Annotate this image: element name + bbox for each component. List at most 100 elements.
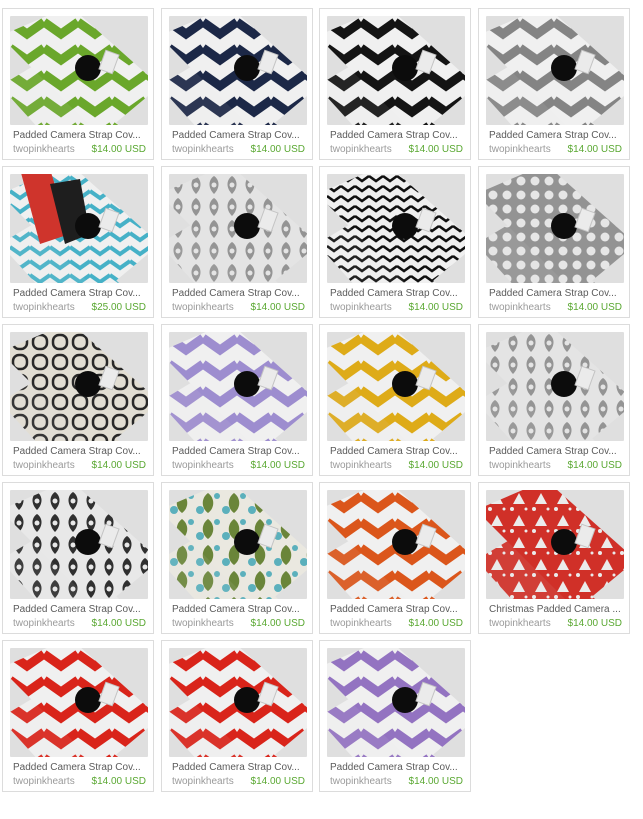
listing-thumbnail[interactable]	[486, 490, 624, 599]
listing-card[interactable]: Padded Camera Strap Cov... twopinkhearts $…	[478, 8, 630, 160]
listing-title[interactable]: Padded Camera Strap Cov...	[13, 604, 147, 616]
listing-thumbnail[interactable]	[486, 174, 624, 283]
listing-thumbnail[interactable]	[10, 174, 148, 283]
shop-name[interactable]: twopinkhearts	[330, 618, 392, 630]
shop-name[interactable]: twopinkhearts	[172, 618, 234, 630]
listing-thumbnail[interactable]	[327, 174, 465, 283]
listing-title[interactable]: Padded Camera Strap Cov...	[330, 762, 464, 774]
listing-price: $14.00 USD	[250, 776, 305, 787]
listing-title[interactable]: Padded Camera Strap Cov...	[330, 288, 464, 300]
listing-card[interactable]: Padded Camera Strap Cov... twopinkhearts $…	[319, 324, 471, 476]
product-photo	[327, 332, 465, 441]
listing-thumbnail[interactable]	[327, 648, 465, 757]
listing-price: $25.00 USD	[91, 302, 146, 313]
listing-card[interactable]: Padded Camera Strap Cov... twopinkhearts $…	[161, 482, 313, 634]
product-photo	[10, 490, 148, 599]
listing-title[interactable]: Padded Camera Strap Cov...	[172, 762, 306, 774]
shop-name[interactable]: twopinkhearts	[330, 144, 392, 156]
shop-name[interactable]: twopinkhearts	[489, 460, 551, 472]
listing-thumbnail[interactable]	[327, 332, 465, 441]
shop-name[interactable]: twopinkhearts	[172, 776, 234, 788]
listing-title[interactable]: Padded Camera Strap Cov...	[489, 130, 623, 142]
listing-card[interactable]: Padded Camera Strap Cov... twopinkhearts $…	[319, 482, 471, 634]
listing-price: $14.00 USD	[91, 460, 146, 471]
product-photo	[169, 174, 307, 283]
listing-card[interactable]: Padded Camera Strap Cov... twopinkhearts $…	[2, 166, 154, 318]
product-photo	[327, 16, 465, 125]
listing-title[interactable]: Padded Camera Strap Cov...	[172, 130, 306, 142]
shop-name[interactable]: twopinkhearts	[13, 144, 75, 156]
listing-thumbnail[interactable]	[169, 490, 307, 599]
listing-price: $14.00 USD	[408, 618, 463, 629]
shop-name[interactable]: twopinkhearts	[172, 144, 234, 156]
listing-thumbnail[interactable]	[169, 174, 307, 283]
listing-thumbnail[interactable]	[10, 332, 148, 441]
listing-title[interactable]: Padded Camera Strap Cov...	[489, 446, 623, 458]
listing-card[interactable]: Padded Camera Strap Cov... twopinkhearts $…	[319, 8, 471, 160]
listing-thumbnail[interactable]	[169, 332, 307, 441]
product-photo	[169, 490, 307, 599]
listing-price: $14.00 USD	[91, 776, 146, 787]
shop-name[interactable]: twopinkhearts	[172, 460, 234, 472]
listing-title[interactable]: Padded Camera Strap Cov...	[13, 446, 147, 458]
listing-card[interactable]: Padded Camera Strap Cov... twopinkhearts $…	[2, 640, 154, 792]
listing-price: $14.00 USD	[408, 302, 463, 313]
product-photo	[327, 174, 465, 283]
listing-price: $14.00 USD	[408, 776, 463, 787]
listing-card[interactable]: Padded Camera Strap Cov... twopinkhearts $…	[478, 166, 630, 318]
product-photo	[169, 648, 307, 757]
product-photo	[10, 648, 148, 757]
shop-name[interactable]: twopinkhearts	[489, 618, 551, 630]
product-photo	[486, 174, 624, 283]
shop-name[interactable]: twopinkhearts	[330, 302, 392, 314]
listing-thumbnail[interactable]	[169, 648, 307, 757]
listing-card[interactable]: Christmas Padded Camera ... twopinkhearts…	[478, 482, 630, 634]
listing-title[interactable]: Padded Camera Strap Cov...	[330, 604, 464, 616]
listing-title[interactable]: Padded Camera Strap Cov...	[330, 130, 464, 142]
listing-thumbnail[interactable]	[486, 332, 624, 441]
listing-title[interactable]: Padded Camera Strap Cov...	[13, 288, 147, 300]
listing-thumbnail[interactable]	[10, 648, 148, 757]
listing-title[interactable]: Padded Camera Strap Cov...	[172, 288, 306, 300]
listing-card[interactable]: Padded Camera Strap Cov... twopinkhearts $…	[2, 482, 154, 634]
listing-price: $14.00 USD	[408, 460, 463, 471]
listing-card[interactable]: Padded Camera Strap Cov... twopinkhearts $…	[319, 640, 471, 792]
shop-name[interactable]: twopinkhearts	[172, 302, 234, 314]
shop-name[interactable]: twopinkhearts	[330, 776, 392, 788]
shop-name[interactable]: twopinkhearts	[13, 618, 75, 630]
listing-title[interactable]: Padded Camera Strap Cov...	[172, 446, 306, 458]
listing-card[interactable]: Padded Camera Strap Cov... twopinkhearts $…	[161, 640, 313, 792]
listing-thumbnail[interactable]	[327, 16, 465, 125]
listing-thumbnail[interactable]	[10, 490, 148, 599]
listing-card[interactable]: Padded Camera Strap Cov... twopinkhearts $…	[2, 8, 154, 160]
shop-name[interactable]: twopinkhearts	[13, 776, 75, 788]
listing-price: $14.00 USD	[408, 144, 463, 155]
listing-card[interactable]: Padded Camera Strap Cov... twopinkhearts $…	[2, 324, 154, 476]
listing-title[interactable]: Padded Camera Strap Cov...	[13, 130, 147, 142]
listing-card[interactable]: Padded Camera Strap Cov... twopinkhearts $…	[161, 8, 313, 160]
shop-name[interactable]: twopinkhearts	[13, 460, 75, 472]
shop-name[interactable]: twopinkhearts	[13, 302, 75, 314]
shop-name[interactable]: twopinkhearts	[489, 144, 551, 156]
product-photo	[327, 490, 465, 599]
listing-card[interactable]: Padded Camera Strap Cov... twopinkhearts $…	[319, 166, 471, 318]
listing-thumbnail[interactable]	[169, 16, 307, 125]
listing-price: $14.00 USD	[250, 460, 305, 471]
listing-title[interactable]: Christmas Padded Camera ...	[489, 604, 623, 616]
listing-card[interactable]: Padded Camera Strap Cov... twopinkhearts $…	[478, 324, 630, 476]
listing-thumbnail[interactable]	[327, 490, 465, 599]
listing-card[interactable]: Padded Camera Strap Cov... twopinkhearts $…	[161, 324, 313, 476]
listing-title[interactable]: Padded Camera Strap Cov...	[13, 762, 147, 774]
listing-title[interactable]: Padded Camera Strap Cov...	[330, 446, 464, 458]
listing-thumbnail[interactable]	[486, 16, 624, 125]
listing-title[interactable]: Padded Camera Strap Cov...	[172, 604, 306, 616]
listing-card[interactable]: Padded Camera Strap Cov... twopinkhearts $…	[161, 166, 313, 318]
shop-name[interactable]: twopinkhearts	[330, 460, 392, 472]
shop-name[interactable]: twopinkhearts	[489, 302, 551, 314]
listing-title[interactable]: Padded Camera Strap Cov...	[489, 288, 623, 300]
listing-price: $14.00 USD	[567, 302, 622, 313]
product-photo	[10, 16, 148, 125]
listing-thumbnail[interactable]	[10, 16, 148, 125]
product-photo	[486, 16, 624, 125]
product-photo	[10, 332, 148, 441]
